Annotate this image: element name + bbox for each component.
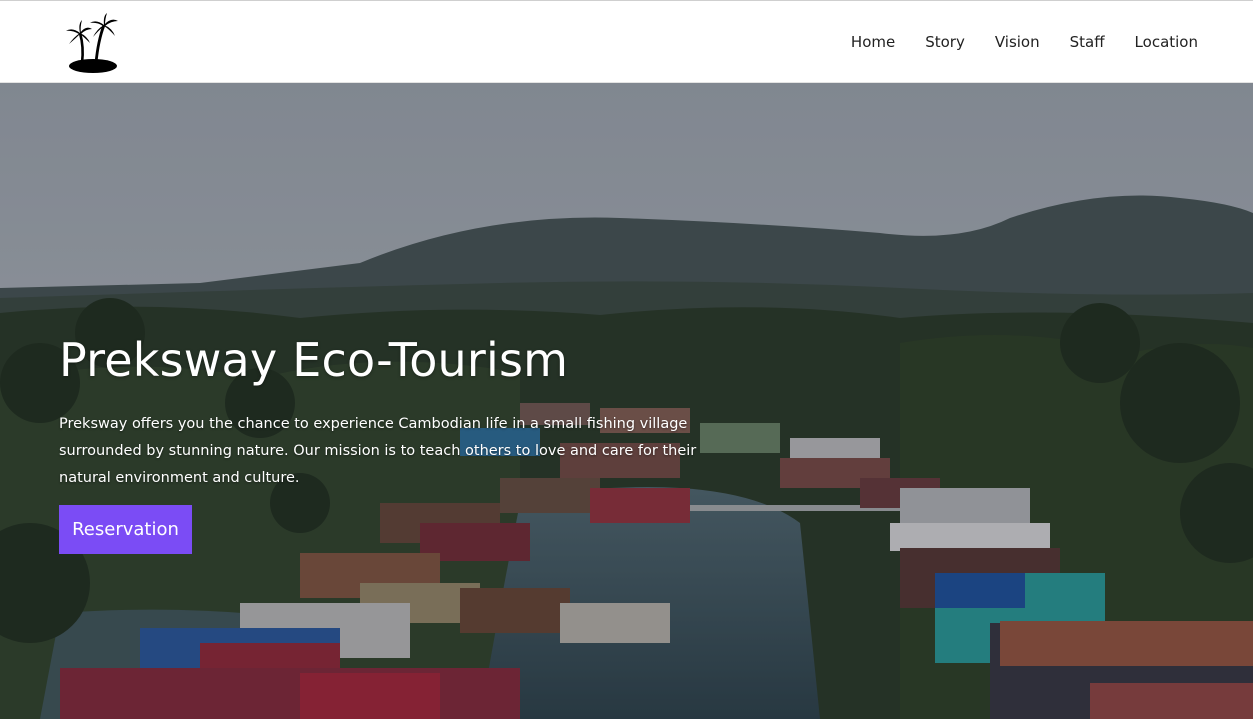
reservation-button[interactable]: Reservation xyxy=(59,505,192,554)
nav-location[interactable]: Location xyxy=(1135,33,1198,51)
nav-story[interactable]: Story xyxy=(925,33,965,51)
nav-home[interactable]: Home xyxy=(851,33,895,51)
hero-description: Preksway offers you the chance to experi… xyxy=(59,416,697,486)
hero-section: Preksway Eco-Tourism Preksway offers you… xyxy=(0,83,1253,719)
hero-dark-overlay xyxy=(0,83,1253,719)
palm-island-icon xyxy=(66,13,118,73)
nav-vision[interactable]: Vision xyxy=(995,33,1040,51)
main-nav: Home Story Vision Staff Location xyxy=(851,1,1198,83)
hero-title: Preksway Eco-Tourism xyxy=(59,333,569,387)
navbar: Home Story Vision Staff Location xyxy=(0,1,1253,83)
site-logo[interactable] xyxy=(60,11,126,75)
nav-staff[interactable]: Staff xyxy=(1070,33,1105,51)
